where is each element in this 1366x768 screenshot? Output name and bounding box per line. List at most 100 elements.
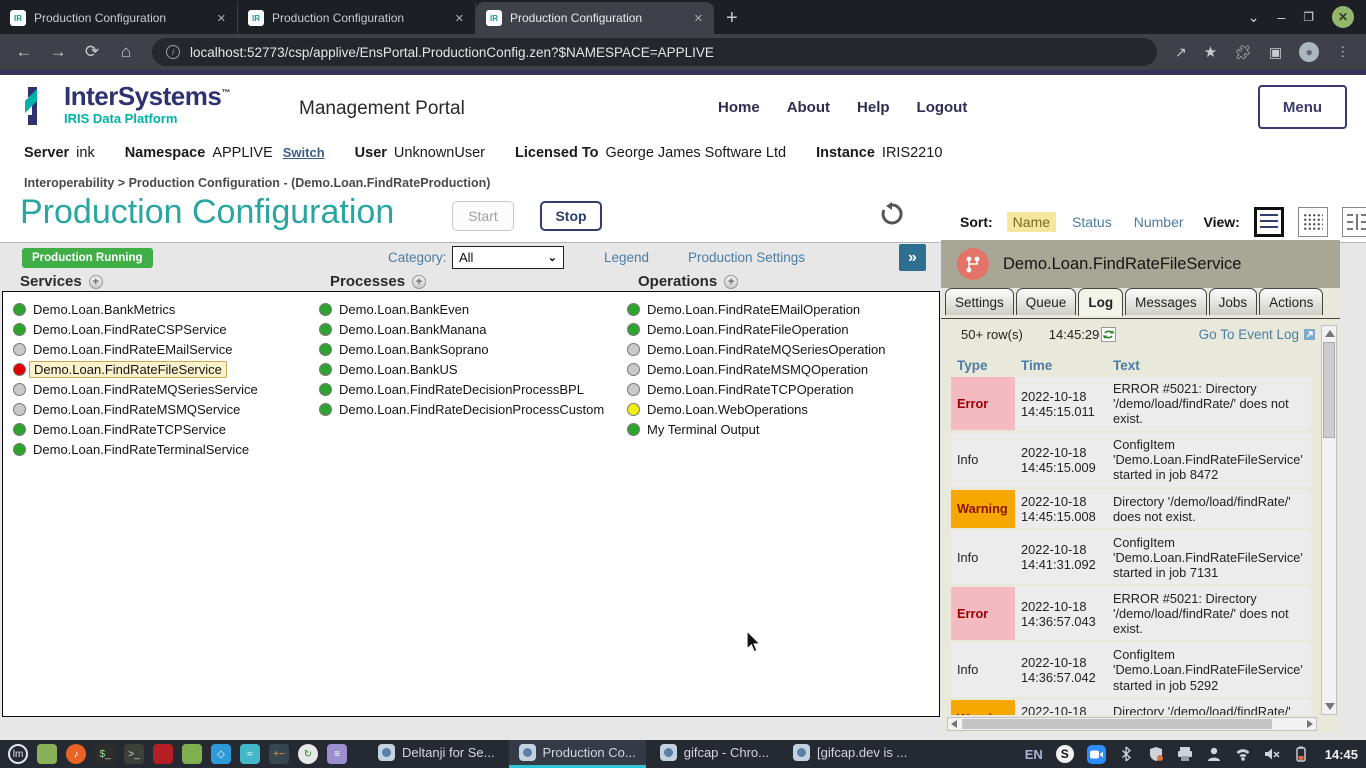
config-item-name[interactable]: Demo.Loan.BankEven <box>339 302 469 317</box>
taskbar-window-button[interactable]: gifcap - Chro... <box>650 740 779 768</box>
status-dot-green[interactable] <box>319 343 332 356</box>
scroll-up-icon[interactable] <box>1325 330 1335 337</box>
log-horizontal-scrollbar[interactable] <box>947 717 1317 731</box>
browser-menu-icon[interactable]: ⋮ <box>1336 44 1349 60</box>
taskbar-clock[interactable]: 14:45 <box>1325 747 1358 762</box>
breadcrumb-production-configuration[interactable]: Production Configuration <box>129 176 280 190</box>
stop-button[interactable]: Stop <box>540 201 602 231</box>
config-item[interactable]: Demo.Loan.BankEven <box>319 299 604 319</box>
scroll-right-icon[interactable] <box>1307 720 1313 728</box>
timeshift-icon[interactable]: ↻ <box>298 744 318 764</box>
status-dot-green[interactable] <box>627 303 640 316</box>
config-item[interactable]: Demo.Loan.FindRateTerminalService <box>13 439 258 459</box>
status-dot-gray[interactable] <box>13 403 26 416</box>
config-item-name[interactable]: Demo.Loan.FindRateMSMQService <box>33 402 240 417</box>
back-icon[interactable]: ← <box>10 42 38 62</box>
category-select[interactable]: All ⌄ <box>452 246 564 269</box>
sort-by-name[interactable]: Name <box>1007 212 1056 232</box>
minimize-icon[interactable]: – <box>1277 9 1285 25</box>
config-item[interactable]: Demo.Loan.FindRateMQSeriesOperation <box>627 339 885 359</box>
config-item[interactable]: Demo.Loan.BankUS <box>319 359 604 379</box>
restore-icon[interactable]: ❐ <box>1303 10 1314 24</box>
config-item[interactable]: Demo.Loan.FindRateFileService <box>13 359 258 379</box>
config-item[interactable]: Demo.Loan.FindRateMSMQOperation <box>627 359 885 379</box>
status-dot-gray[interactable] <box>13 383 26 396</box>
status-dot-green[interactable] <box>13 423 26 436</box>
red-app-icon[interactable] <box>153 744 173 764</box>
refresh-spinner-icon[interactable] <box>880 202 904 226</box>
status-dot-gray[interactable] <box>627 383 640 396</box>
config-item-name[interactable]: Demo.Loan.FindRateFileService <box>29 361 227 378</box>
sidebar-icon[interactable]: ▣ <box>1269 44 1282 61</box>
legend-link[interactable]: Legend <box>604 250 649 265</box>
log-header-time[interactable]: Time <box>1015 356 1107 374</box>
config-item[interactable]: Demo.Loan.FindRateTCPService <box>13 419 258 439</box>
status-dot-green[interactable] <box>319 383 332 396</box>
audio-app-icon[interactable]: ≈ <box>240 744 260 764</box>
vscode-icon[interactable]: ◇ <box>211 744 231 764</box>
config-item-name[interactable]: Demo.Loan.FindRateEMailService <box>33 342 232 357</box>
status-dot-green[interactable] <box>13 323 26 336</box>
share-icon[interactable]: ↗ <box>1175 44 1187 61</box>
nav-logout[interactable]: Logout <box>917 99 968 116</box>
shield-icon[interactable] <box>1148 746 1164 762</box>
log-header-type[interactable]: Type <box>951 356 1015 374</box>
config-item[interactable]: Demo.Loan.BankSoprano <box>319 339 604 359</box>
config-item-name[interactable]: Demo.Loan.FindRateTCPOperation <box>647 382 854 397</box>
tab-messages[interactable]: Messages <box>1125 288 1207 315</box>
config-item-name[interactable]: Demo.Loan.FindRateMSMQOperation <box>647 362 868 377</box>
add-process-button[interactable]: + <box>412 275 426 289</box>
view-split-button[interactable] <box>1342 207 1366 237</box>
config-item-name[interactable]: Demo.Loan.FindRateCSPService <box>33 322 227 337</box>
config-item[interactable]: Demo.Loan.BankManana <box>319 319 604 339</box>
nav-home[interactable]: Home <box>718 99 760 116</box>
production-settings-link[interactable]: Production Settings <box>688 250 805 265</box>
switch-namespace-link[interactable]: Switch <box>283 145 325 160</box>
status-dot-red[interactable] <box>13 363 26 376</box>
config-item-name[interactable]: Demo.Loan.FindRateMQSeriesService <box>33 382 258 397</box>
scroll-left-icon[interactable] <box>951 720 957 728</box>
auto-refresh-icon[interactable] <box>1101 327 1116 342</box>
printer-icon[interactable] <box>1177 746 1193 762</box>
status-dot-green[interactable] <box>13 303 26 316</box>
log-vertical-scrollbar[interactable] <box>1321 325 1337 715</box>
status-dot-green[interactable] <box>319 323 332 336</box>
taskbar-window-button[interactable]: [gifcap.dev is ... <box>783 740 917 768</box>
config-item-name[interactable]: Demo.Loan.WebOperations <box>647 402 808 417</box>
tab-close-icon[interactable]: ✕ <box>691 12 706 25</box>
config-item[interactable]: Demo.Loan.BankMetrics <box>13 299 258 319</box>
breadcrumb-interoperability[interactable]: Interoperability <box>24 176 114 190</box>
battery-icon[interactable] <box>1293 746 1309 762</box>
view-grid-button[interactable] <box>1298 207 1328 237</box>
taskbar-window-button[interactable]: Production Co... <box>509 740 646 768</box>
forward-icon[interactable]: → <box>44 42 72 62</box>
nav-about[interactable]: About <box>787 99 830 116</box>
site-info-icon[interactable]: i <box>166 45 180 59</box>
config-item[interactable]: Demo.Loan.WebOperations <box>627 399 885 419</box>
terminal-alt-icon[interactable]: >_ <box>124 744 144 764</box>
config-item-name[interactable]: Demo.Loan.BankManana <box>339 322 486 337</box>
tab-queue[interactable]: Queue <box>1016 288 1077 315</box>
config-item-name[interactable]: My Terminal Output <box>647 422 759 437</box>
home-icon[interactable]: ⌂ <box>112 42 140 62</box>
config-item-name[interactable]: Demo.Loan.FindRateDecisionProcessBPL <box>339 382 584 397</box>
view-list-button[interactable] <box>1254 207 1284 237</box>
user-icon[interactable] <box>1206 746 1222 762</box>
config-item[interactable]: Demo.Loan.FindRateFileOperation <box>627 319 885 339</box>
tab-close-icon[interactable]: ✕ <box>214 12 229 25</box>
browser-tab[interactable]: IRProduction Configuration✕ <box>476 2 714 34</box>
config-item[interactable]: Demo.Loan.FindRateTCPOperation <box>627 379 885 399</box>
config-item-name[interactable]: Demo.Loan.FindRateTerminalService <box>33 442 249 457</box>
tab-search-chevron-icon[interactable]: ⌄ <box>1248 9 1260 26</box>
config-item-name[interactable]: Demo.Loan.FindRateTCPService <box>33 422 226 437</box>
status-dot-green[interactable] <box>319 363 332 376</box>
volume-muted-icon[interactable] <box>1264 746 1280 762</box>
tab-log[interactable]: Log <box>1078 288 1123 316</box>
mint-menu-icon[interactable]: lm <box>8 744 28 764</box>
start-button[interactable]: Start <box>452 201 514 231</box>
config-item-name[interactable]: Demo.Loan.FindRateEMailOperation <box>647 302 860 317</box>
wifi-icon[interactable] <box>1235 746 1251 762</box>
profile-avatar[interactable]: ● <box>1299 42 1319 62</box>
config-item[interactable]: Demo.Loan.FindRateDecisionProcessBPL <box>319 379 604 399</box>
status-dot-green[interactable] <box>319 403 332 416</box>
